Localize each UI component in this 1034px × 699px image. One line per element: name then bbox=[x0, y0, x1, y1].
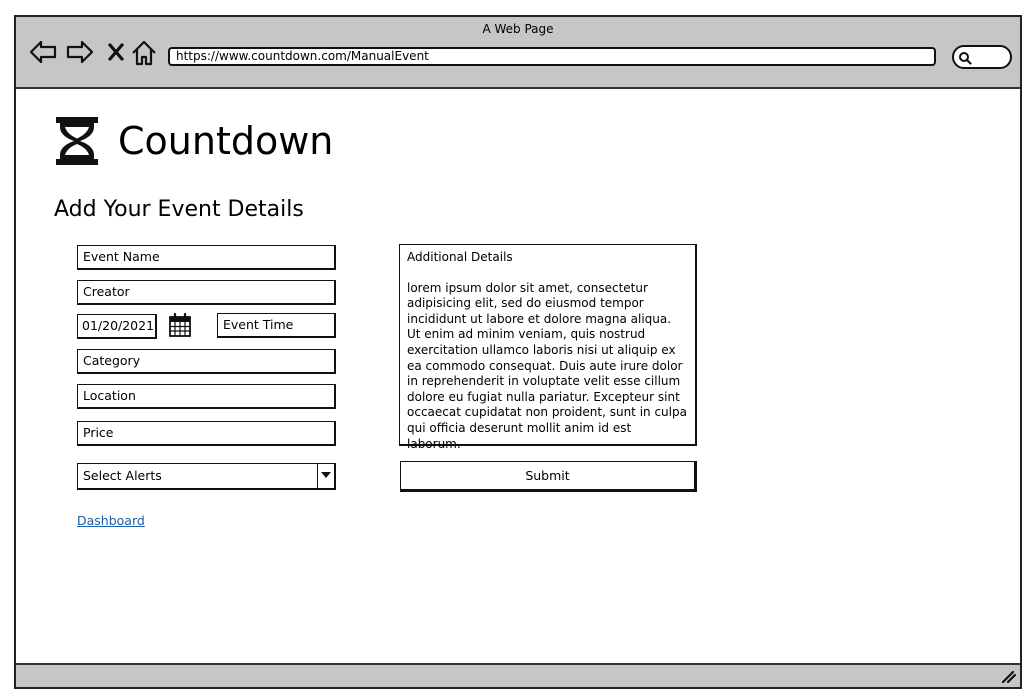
alerts-dropdown-toggle[interactable] bbox=[317, 464, 334, 488]
back-arrow-icon[interactable] bbox=[28, 39, 58, 65]
submit-button[interactable]: Submit bbox=[400, 461, 697, 492]
window-title: A Web Page bbox=[482, 22, 554, 36]
event-name-input[interactable]: Event Name bbox=[77, 245, 336, 270]
close-icon[interactable] bbox=[106, 39, 126, 65]
alerts-select-value: Select Alerts bbox=[83, 468, 162, 483]
hourglass-icon bbox=[56, 117, 98, 165]
additional-details-textarea[interactable]: Additional Details lorem ipsum dolor sit… bbox=[399, 244, 697, 451]
search-icon bbox=[959, 52, 972, 65]
search-button[interactable] bbox=[952, 45, 1012, 69]
calendar-icon[interactable] bbox=[168, 313, 192, 338]
resize-grip-icon[interactable] bbox=[1000, 669, 1016, 683]
page-heading: Add Your Event Details bbox=[54, 197, 304, 222]
url-input[interactable]: https://www.countdown.com/ManualEvent bbox=[168, 47, 936, 66]
alerts-select[interactable]: Select Alerts bbox=[77, 463, 336, 490]
additional-details-text: lorem ipsum dolor sit amet, consectetur … bbox=[407, 280, 687, 451]
date-input[interactable]: 01/20/2021 bbox=[77, 314, 157, 339]
forward-arrow-icon[interactable] bbox=[65, 39, 95, 65]
creator-input[interactable]: Creator bbox=[77, 280, 336, 305]
browser-toolbar: A Web Page https://www.countdown.com/Man… bbox=[16, 17, 1020, 89]
dashboard-link[interactable]: Dashboard bbox=[77, 513, 145, 528]
additional-details-label: Additional Details bbox=[407, 250, 513, 264]
location-input[interactable]: Location bbox=[77, 384, 336, 409]
home-icon[interactable] bbox=[130, 39, 158, 67]
chevron-down-icon bbox=[321, 472, 331, 478]
brand-title: Countdown bbox=[118, 119, 334, 163]
status-bar bbox=[16, 663, 1020, 687]
price-input[interactable]: Price bbox=[77, 421, 336, 446]
category-input[interactable]: Category bbox=[77, 349, 336, 374]
event-time-input[interactable]: Event Time bbox=[217, 313, 336, 338]
